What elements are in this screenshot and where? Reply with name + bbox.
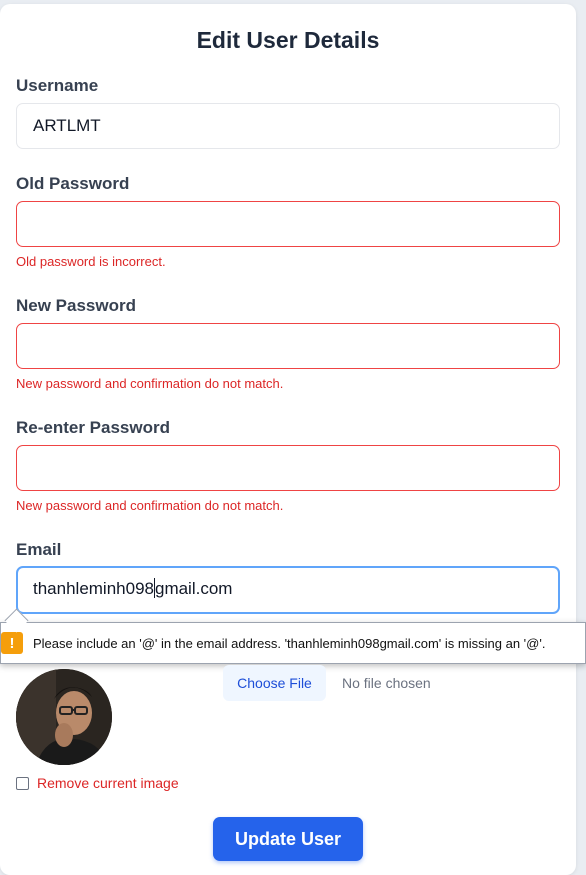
email-validation-tooltip: ! Please include an '@' in the email add… bbox=[0, 622, 586, 664]
remove-image-checkbox[interactable] bbox=[16, 777, 29, 790]
username-field[interactable]: ARTLMT bbox=[16, 103, 560, 149]
old-password-label: Old Password bbox=[16, 174, 130, 193]
username-value: ARTLMT bbox=[33, 116, 101, 135]
username-label: Username bbox=[16, 76, 99, 95]
reenter-password-label: Re-enter Password bbox=[16, 418, 170, 437]
new-password-field[interactable] bbox=[16, 323, 560, 369]
email-label: Email bbox=[16, 540, 62, 559]
page-title: Edit User Details bbox=[196, 27, 380, 53]
old-password-field[interactable] bbox=[16, 201, 560, 247]
new-password-label: New Password bbox=[16, 296, 136, 315]
old-password-error: Old password is incorrect. bbox=[16, 254, 166, 269]
email-value-start: thanhleminh098 bbox=[33, 579, 154, 598]
email-value-end: gmail.com bbox=[154, 579, 233, 598]
reenter-password-error: New password and confirmation do not mat… bbox=[16, 498, 284, 513]
new-password-error: New password and confirmation do not mat… bbox=[16, 376, 284, 391]
validation-message: Please include an '@' in the email addre… bbox=[33, 635, 546, 651]
avatar-photo bbox=[16, 669, 112, 765]
choose-file-button[interactable]: Choose File bbox=[223, 665, 326, 701]
remove-image-label[interactable]: Remove current image bbox=[37, 775, 179, 791]
file-status-text: No file chosen bbox=[342, 675, 431, 691]
reenter-password-field[interactable] bbox=[16, 445, 560, 491]
warning-icon: ! bbox=[1, 632, 23, 654]
update-user-button[interactable]: Update User bbox=[213, 817, 363, 861]
email-field[interactable]: thanhleminh098gmail.com bbox=[16, 566, 560, 614]
avatar bbox=[16, 669, 112, 765]
